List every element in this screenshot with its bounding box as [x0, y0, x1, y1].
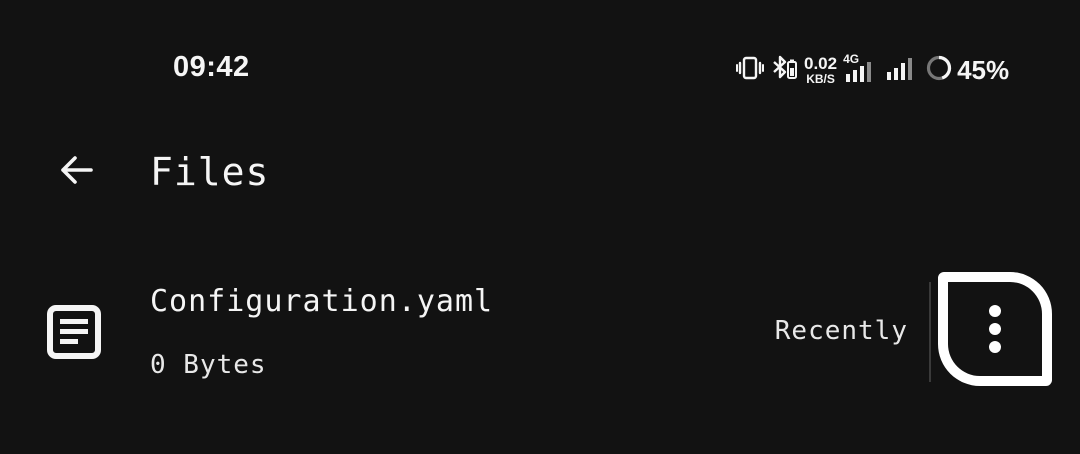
signal-4g-icon: 4G	[843, 52, 879, 85]
list-item[interactable]: Configuration.yaml 0 Bytes Recently	[0, 262, 1080, 402]
document-icon	[46, 304, 102, 360]
back-button[interactable]	[44, 140, 108, 204]
file-modified: Recently	[774, 316, 908, 346]
files-screen: 09:42 0.02 KB/S 4G 45% Files Configurati…	[0, 0, 1080, 454]
vibrate-icon	[736, 54, 764, 87]
battery-ring-icon	[925, 54, 953, 87]
net-speed-value: 0.02	[804, 54, 838, 73]
battery-percent: 45%	[957, 54, 1010, 85]
status-time: 09:42	[173, 51, 250, 83]
net-speed-unit: KB/S	[806, 72, 835, 86]
file-name: Configuration.yaml	[150, 284, 494, 319]
arrow-back-icon	[58, 152, 94, 193]
more-vertical-icon	[989, 305, 1001, 353]
signal-icon	[885, 53, 919, 88]
status-icons: 0.02 KB/S 4G 45%	[736, 52, 1009, 88]
divider	[929, 282, 931, 382]
more-options-button[interactable]	[938, 272, 1052, 386]
status-bar: 09:42 0.02 KB/S 4G 45%	[0, 0, 1080, 140]
bluetooth-icon	[770, 53, 800, 88]
page-title: Files	[150, 150, 270, 194]
net-speed: 0.02 KB/S	[804, 55, 837, 85]
file-size: 0 Bytes	[150, 350, 267, 380]
